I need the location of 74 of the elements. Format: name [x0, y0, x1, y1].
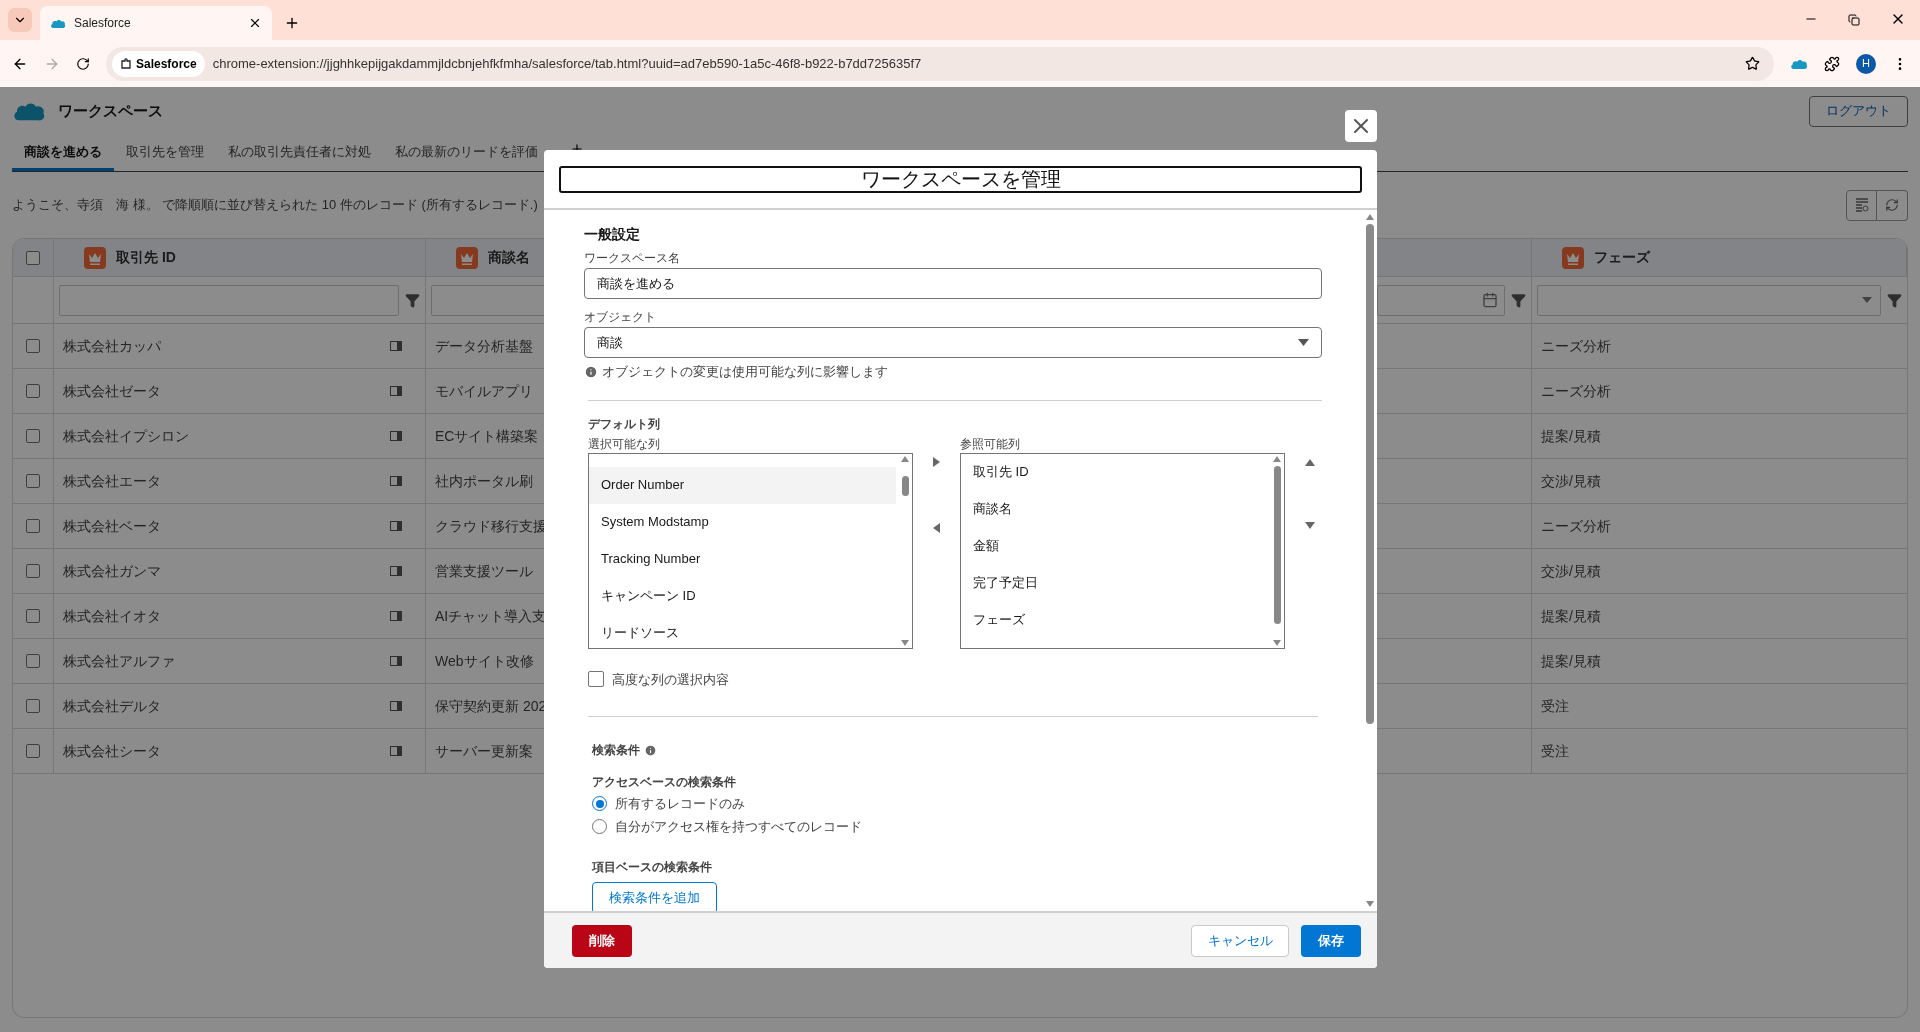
- table-cell-text: 受注: [1541, 696, 1569, 716]
- subsection-heading: アクセスベースの検索条件: [592, 774, 737, 791]
- field-label: ワークスペース名: [584, 250, 681, 267]
- radio-label: 自分がアクセス権を持つすべてのレコード: [615, 817, 862, 836]
- table-cell-text: 株式会社アルファ: [63, 651, 175, 671]
- table-cell-text: 提案/見積: [1541, 426, 1601, 446]
- address-bar[interactable]: Salesforce chrome-extension://jjghhkepijgakdammjldcbnjehfkfmha/salesforce/tab.html?uuid=ad7eb590-1a5c-46f8-b922-b7dd725635f7: [106, 46, 1774, 81]
- table-cell-text: ECサイト構築案: [435, 426, 539, 446]
- workspace-tab[interactable]: 取引先を管理: [114, 135, 216, 171]
- table-cell-text: ニーズ分析: [1541, 336, 1611, 356]
- column-header[interactable]: 商談名: [488, 247, 530, 268]
- save-button[interactable]: 保存: [1301, 924, 1361, 957]
- section-heading: 一般設定: [584, 225, 641, 244]
- table-cell-text: 交渉/見積: [1541, 471, 1601, 491]
- table-cell-text: 提案/見積: [1541, 651, 1601, 671]
- table-cell-text: 株式会社イプシロン: [63, 426, 189, 446]
- table-cell-text: ニーズ分析: [1541, 381, 1611, 401]
- list-option[interactable]: Tracking Number: [589, 540, 896, 578]
- site-chip[interactable]: Salesforce: [112, 50, 205, 77]
- column-listbox[interactable]: Order Number System Modstamp Tracking Number キャンペーン ID リードソース: [588, 452, 913, 649]
- table-cell-text: 株式会社ベータ: [63, 516, 161, 536]
- table-cell-text: ニーズ分析: [1541, 516, 1611, 536]
- list-option[interactable]: 金額: [961, 527, 1268, 565]
- app-title: ワークスペース: [58, 100, 163, 121]
- table-cell-text: 株式会社エータ: [63, 471, 161, 491]
- table-cell-text: 株式会社ゼータ: [63, 381, 161, 401]
- table-cell-text: 株式会社シータ: [63, 741, 161, 761]
- list-option[interactable]: 完了予定日: [961, 564, 1268, 602]
- column-header[interactable]: 取引先 ID: [116, 247, 176, 268]
- table-cell-text: サーバー更新案: [435, 741, 533, 761]
- list-option[interactable]: フェーズ: [961, 601, 1268, 639]
- workspace-tab[interactable]: 商談を進める: [12, 135, 114, 171]
- table-cell-text: モバイルアプリ: [435, 381, 533, 401]
- object-select[interactable]: 商談: [584, 327, 1322, 358]
- list-option[interactable]: Order Number: [589, 466, 896, 504]
- list-option[interactable]: 取引先 ID: [961, 453, 1268, 491]
- workspace-tab[interactable]: 私の取引先責任者に対処: [216, 135, 383, 171]
- summary-text: ようこそ、寺須 海 様。 で降順順に並び替えられた 10 件のレコード (所有するレコード.): [12, 196, 538, 215]
- workspace-name-field[interactable]: 商談を進める: [584, 268, 1322, 299]
- dialog-title: ワークスペースを管理: [559, 165, 1362, 193]
- table-cell-text: 株式会社イオタ: [63, 606, 161, 626]
- list-option[interactable]: 商談名: [961, 490, 1268, 528]
- table-cell-text: 営業支援ツール: [435, 561, 533, 581]
- table-cell-text: 提案/見積: [1541, 606, 1601, 626]
- table-cell-text: 交渉/見積: [1541, 561, 1601, 581]
- browser-tab[interactable]: Salesforce: [40, 6, 272, 40]
- table-cell-text: 社内ポータル刷: [435, 471, 533, 491]
- logout-button[interactable]: ログアウト: [1809, 95, 1908, 127]
- section-heading: 検索条件: [592, 742, 640, 759]
- add-filter-button[interactable]: 検索条件を追加: [592, 882, 717, 911]
- section-heading: デフォルト列: [588, 415, 661, 433]
- profile-avatar[interactable]: H: [1856, 53, 1876, 74]
- list-option[interactable]: System Modstamp: [589, 503, 896, 541]
- help-text: オブジェクトの変更は使用可能な列に影響します: [602, 363, 888, 381]
- list-option[interactable]: キャンペーン ID: [589, 577, 896, 615]
- delete-button[interactable]: 削除: [572, 924, 632, 957]
- url-text: chrome-extension://jjghhkepijgakdammjldcbnjehfkfmha/salesforce/tab.html?uuid=ad7eb590-1a5c-46f8-b922-b7dd725635f7: [212, 54, 923, 73]
- subsection-heading: 項目ベースの検索条件: [592, 859, 713, 876]
- checkbox-label: 高度な列の選択内容: [612, 670, 729, 689]
- field-label: オブジェクト: [584, 309, 657, 326]
- column-listbox[interactable]: 取引先 ID 商談名 金額 完了予定日 フェーズ: [960, 452, 1285, 649]
- column-header[interactable]: フェーズ: [1594, 247, 1650, 268]
- table-cell-text: 株式会社ガンマ: [63, 561, 161, 581]
- table-cell-text: 株式会社デルタ: [63, 696, 161, 716]
- radio-label: 所有するレコードのみ: [615, 795, 745, 813]
- list-label: 参照可能列: [960, 435, 1021, 453]
- table-cell-text: Webサイト改修: [435, 651, 534, 671]
- cancel-button[interactable]: キャンセル: [1191, 924, 1289, 957]
- workspace-tab[interactable]: 私の最新のリードを評価: [383, 135, 550, 171]
- table-cell-text: 受注: [1541, 741, 1569, 761]
- list-option[interactable]: リードソース: [589, 614, 896, 648]
- table-cell-text: データ分析基盤: [435, 336, 533, 356]
- list-label: 選択可能な列: [588, 435, 661, 453]
- table-cell-text: 株式会社カッパ: [63, 336, 161, 356]
